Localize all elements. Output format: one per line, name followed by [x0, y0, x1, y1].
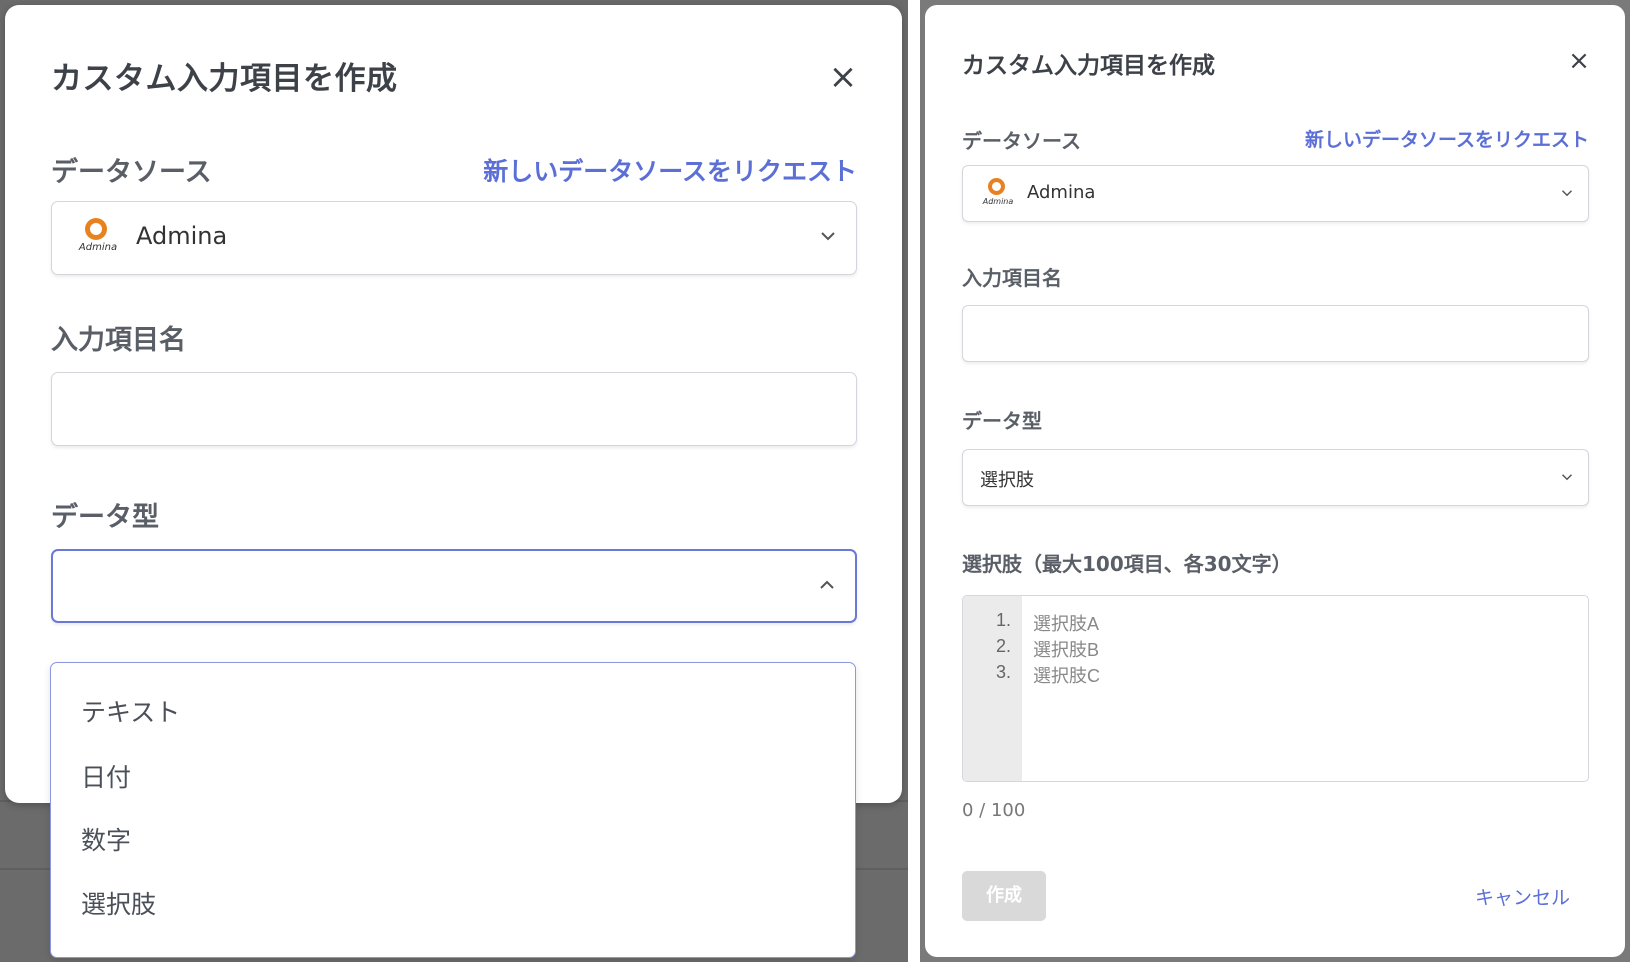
choices-label: 選択肢（最大100項目、各30文字） — [962, 552, 1292, 576]
dropdown-option-text[interactable]: テキスト — [81, 693, 180, 729]
close-icon[interactable]: × — [1565, 47, 1593, 75]
data-type-select[interactable] — [51, 549, 857, 623]
choices-textarea[interactable]: 1. 選択肢A 2. 選択肢B 3. 選択肢C — [962, 595, 1589, 782]
create-button[interactable]: 作成 — [962, 871, 1046, 921]
field-name-label: 入力項目名 — [51, 325, 186, 356]
chevron-down-icon — [1561, 474, 1573, 481]
data-source-select[interactable]: Admina Admina — [962, 165, 1589, 222]
field-name-label: 入力項目名 — [962, 266, 1062, 290]
left-screenshot: カスタム入力項目を作成 × データソース 新しいデータソースをリクエスト Adm… — [0, 0, 908, 962]
choice-placeholder: 選択肢C — [1033, 666, 1100, 686]
data-type-select[interactable]: 選択肢 — [962, 449, 1589, 506]
data-source-select[interactable]: Admina Admina — [51, 201, 857, 275]
request-data-source-link[interactable]: 新しいデータソースをリクエスト — [483, 152, 857, 188]
request-data-source-link[interactable]: 新しいデータソースをリクエスト — [1305, 125, 1589, 152]
modal-title: カスタム入力項目を作成 — [962, 53, 1215, 79]
line-number: 1. — [995, 610, 1011, 630]
choice-placeholder: 選択肢A — [1033, 614, 1100, 634]
right-screenshot: カスタム入力項目を作成 × データソース 新しいデータソースをリクエスト Adm… — [920, 0, 1630, 962]
data-type-dropdown-menu: テキスト 日付 数字 選択肢 — [50, 662, 856, 958]
line-number: 3. — [995, 662, 1011, 682]
line-number: 2. — [995, 636, 1011, 656]
choice-placeholder: 選択肢B — [1033, 640, 1100, 660]
data-type-label: データ型 — [962, 409, 1042, 433]
modal-title: カスタム入力項目を作成 — [51, 61, 398, 97]
dropdown-option-date[interactable]: 日付 — [81, 758, 131, 794]
data-source-label: データソース — [51, 157, 212, 188]
admina-logo: Admina — [74, 218, 122, 258]
dropdown-option-choice[interactable]: 選択肢 — [81, 885, 156, 921]
data-source-value: Admina — [136, 222, 228, 250]
create-custom-field-modal: カスタム入力項目を作成 × データソース 新しいデータソースをリクエスト Adm… — [925, 5, 1625, 957]
chevron-down-icon — [1561, 190, 1573, 197]
choices-counter: 0 / 100 — [962, 800, 1026, 821]
data-source-value: Admina — [1027, 182, 1096, 203]
field-name-input[interactable] — [962, 305, 1589, 362]
close-icon[interactable]: × — [825, 59, 861, 95]
data-source-label: データソース — [962, 129, 1081, 153]
dropdown-option-number[interactable]: 数字 — [81, 821, 131, 857]
data-type-value: 選択肢 — [980, 470, 1034, 491]
admina-logo: Admina — [979, 178, 1017, 210]
cancel-button[interactable]: キャンセル — [1475, 883, 1570, 910]
data-type-label: データ型 — [51, 502, 159, 533]
panel-divider — [908, 0, 920, 962]
chevron-up-icon — [820, 580, 834, 589]
chevron-down-icon — [821, 232, 835, 241]
field-name-input[interactable] — [51, 372, 857, 446]
